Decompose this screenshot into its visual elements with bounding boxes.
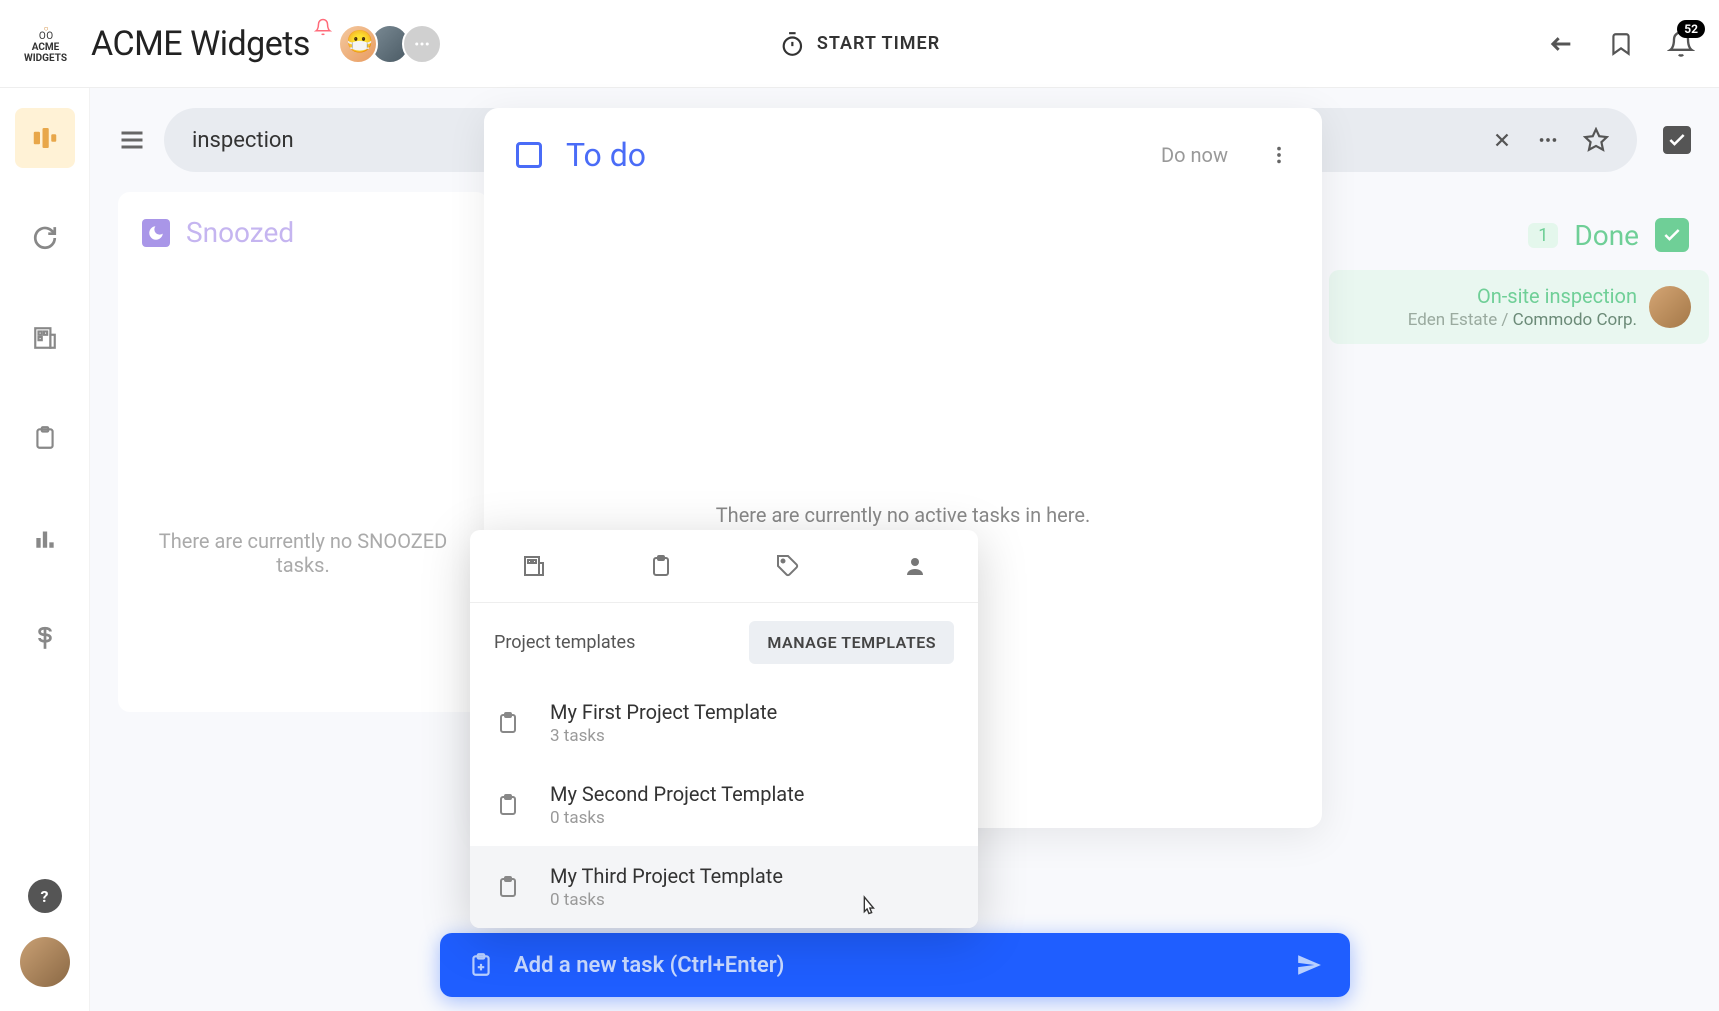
notifications-button[interactable]: 52	[1667, 30, 1695, 58]
send-icon[interactable]	[1296, 952, 1322, 978]
current-user-avatar[interactable]	[20, 937, 70, 987]
workspace-title[interactable]: ACME Widgets	[91, 24, 310, 64]
todo-column-label: To do	[566, 136, 646, 174]
popup-tab-building-icon[interactable]	[470, 530, 597, 602]
snoozed-column-header[interactable]: Snoozed	[142, 216, 464, 249]
template-sub: 3 tasks	[550, 726, 777, 746]
more-horizontal-icon[interactable]	[1537, 129, 1559, 151]
notifications-count-badge: 52	[1677, 20, 1705, 38]
template-row-2[interactable]: My Second Project Template 0 tasks	[470, 764, 978, 846]
popup-section-title: Project templates	[494, 632, 635, 653]
column-done: 1 Done On-site inspection Eden Estate / …	[1329, 218, 1709, 344]
header-right-actions: 52	[1547, 30, 1695, 58]
member-avatars	[346, 24, 442, 64]
manage-templates-button[interactable]: MANAGE TEMPLATES	[749, 621, 954, 664]
hamburger-menu-icon[interactable]	[118, 126, 146, 154]
checkbox-toggle-button[interactable]	[1663, 126, 1691, 154]
template-row-3[interactable]: My Third Project Template 0 tasks	[470, 846, 978, 928]
snoozed-empty-message: There are currently no SNOOZED tasks.	[142, 529, 464, 577]
start-timer-label: START TIMER	[817, 33, 940, 54]
avatar-1[interactable]	[338, 24, 378, 64]
column-snoozed: Snoozed There are currently no SNOOZED t…	[118, 192, 488, 712]
clear-search-icon[interactable]	[1491, 129, 1513, 151]
workspace-title-text: ACME Widgets	[91, 24, 310, 64]
clipboard-icon	[494, 873, 522, 901]
done-column-label: Done	[1574, 219, 1639, 252]
template-row-1[interactable]: My First Project Template 3 tasks	[470, 682, 978, 764]
avatar-more[interactable]	[402, 24, 442, 64]
back-arrow-icon[interactable]	[1547, 30, 1575, 58]
clipboard-icon	[494, 791, 522, 819]
moon-icon	[142, 219, 170, 247]
sidebar-clipboard-icon[interactable]	[15, 408, 75, 468]
done-task-card[interactable]: On-site inspection Eden Estate / Commodo…	[1329, 270, 1709, 344]
add-task-bar[interactable]: Add a new task (Ctrl+Enter)	[440, 933, 1350, 997]
sidebar-board-icon[interactable]	[15, 108, 75, 168]
add-task-placeholder: Add a new task (Ctrl+Enter)	[514, 953, 1276, 978]
clipboard-icon	[494, 709, 522, 737]
snoozed-column-label: Snoozed	[186, 216, 294, 249]
popup-tab-tag-icon[interactable]	[724, 530, 851, 602]
todo-checkbox-icon	[516, 142, 542, 168]
popup-tab-person-icon[interactable]	[851, 530, 978, 602]
star-icon[interactable]	[1583, 127, 1609, 153]
sidebar-chart-icon[interactable]	[15, 508, 75, 568]
done-task-title: On-site inspection	[1347, 284, 1637, 308]
done-column-header[interactable]: 1 Done	[1329, 218, 1709, 252]
done-task-subtitle: Eden Estate / Commodo Corp.	[1347, 310, 1637, 330]
logo-text-1: ACME	[32, 42, 60, 53]
sidebar-refresh-icon[interactable]	[15, 208, 75, 268]
sidebar-dollar-icon[interactable]	[15, 608, 75, 668]
help-button[interactable]: ?	[28, 879, 62, 913]
stopwatch-icon	[779, 31, 805, 57]
do-now-button[interactable]: Do now	[1161, 143, 1228, 167]
app-header: O O ACME WIDGETS ACME Widgets START TIME…	[0, 0, 1719, 88]
logo-text-2: WIDGETS	[24, 53, 67, 64]
done-count-badge: 1	[1528, 223, 1558, 248]
template-name: My Second Project Template	[550, 782, 804, 806]
template-picker-popup: Project templates MANAGE TEMPLATES My Fi…	[470, 530, 978, 928]
logo-mark: O O	[39, 24, 52, 42]
notification-bell-small-icon	[314, 18, 332, 36]
check-icon	[1655, 218, 1689, 252]
more-vertical-icon[interactable]	[1268, 144, 1290, 166]
popup-tab-clipboard-icon[interactable]	[597, 530, 724, 602]
task-assignee-avatar[interactable]	[1649, 286, 1691, 328]
template-sub: 0 tasks	[550, 890, 783, 910]
popup-tabs	[470, 530, 978, 603]
sidebar-building-icon[interactable]	[15, 308, 75, 368]
todo-column-header[interactable]: To do Do now	[516, 136, 1290, 174]
template-name: My Third Project Template	[550, 864, 783, 888]
todo-empty-message: There are currently no active tasks in h…	[716, 503, 1091, 527]
bookmark-icon[interactable]	[1607, 30, 1635, 58]
sidebar-nav: ?	[0, 88, 90, 1011]
start-timer-button[interactable]: START TIMER	[779, 31, 940, 57]
popup-section-header: Project templates MANAGE TEMPLATES	[470, 603, 978, 682]
add-task-icon	[468, 952, 494, 978]
template-name: My First Project Template	[550, 700, 777, 724]
app-logo[interactable]: O O ACME WIDGETS	[24, 24, 67, 64]
template-sub: 0 tasks	[550, 808, 804, 828]
